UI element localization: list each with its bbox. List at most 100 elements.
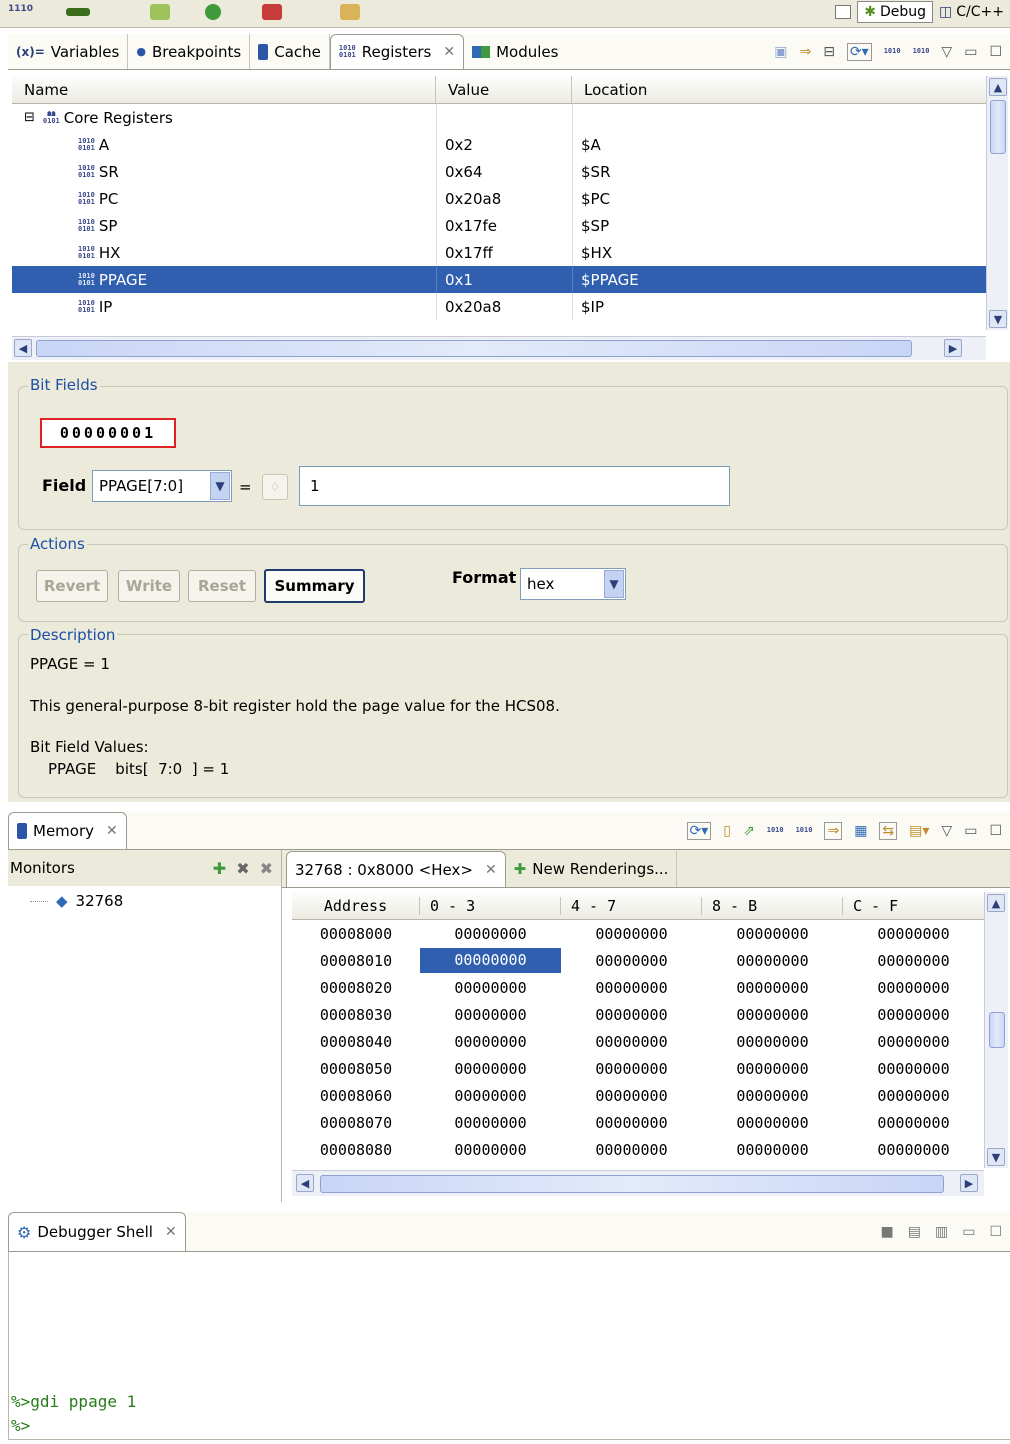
memory-row[interactable]: 00008040 00000000 00000000 00000000 00000000 (292, 1028, 984, 1055)
tab-breakpoints[interactable]: ● Breakpoints (128, 34, 251, 69)
collapse-all-icon[interactable]: ⊟ (823, 44, 835, 60)
maximize-icon[interactable]: ☐ (989, 823, 1002, 839)
scroll-down-icon[interactable]: ▼ (989, 310, 1007, 328)
toolbar-connect-icon[interactable] (262, 4, 282, 20)
register-group-row[interactable]: ⊟ ☗☗ 0101 Core Registers (12, 104, 986, 131)
view-menu-icon[interactable]: ▽ (941, 823, 952, 839)
collapse-toggle-icon[interactable]: ⊟ (24, 110, 35, 125)
column-8-b[interactable]: 8 - B (702, 896, 843, 915)
revert-button[interactable]: Revert (36, 570, 108, 602)
column-location[interactable]: Location (572, 76, 986, 103)
register-row[interactable]: 1010 0101 SR 0x64 $SR (12, 158, 986, 185)
summary-button[interactable]: Summary (264, 569, 365, 603)
scroll-thumb[interactable] (990, 100, 1006, 154)
memory-vertical-scrollbar[interactable]: ▲ ▼ (984, 892, 1008, 1168)
minimize-icon[interactable]: ▭ (964, 44, 977, 60)
columns-icon[interactable]: ▦ (854, 823, 867, 839)
column-address[interactable]: Address (292, 896, 420, 915)
remove-all-monitors-icon[interactable]: ✖ (260, 859, 273, 878)
memory-row[interactable]: 00008020 00000000 00000000 00000000 00000000 (292, 974, 984, 1001)
toolbar-tool-icon[interactable] (340, 4, 360, 20)
registers-vertical-scrollbar[interactable]: ▲ ▼ (986, 76, 1008, 330)
memory-row[interactable]: 00008000 00000000 00000000 00000000 00000000 (292, 920, 984, 947)
maximize-icon[interactable]: ☐ (989, 44, 1002, 60)
stop-icon[interactable]: ■ (881, 1224, 894, 1240)
monitor-item[interactable]: ◆ 32768 (8, 886, 281, 916)
toolbar-binary-icon[interactable]: 1110 (8, 4, 33, 20)
minimize-icon[interactable]: ▭ (964, 823, 977, 839)
column-4-7[interactable]: 4 - 7 (561, 896, 702, 915)
new-tab-icon[interactable]: ▯ (723, 823, 731, 839)
layout-icon[interactable]: ▣ (774, 44, 787, 60)
tab-cache[interactable]: Cache (250, 34, 330, 69)
register-row-selected[interactable]: 1010 0101 PPAGE 0x1 $PPAGE (12, 266, 986, 293)
tab-variables[interactable]: (x)= Variables (8, 34, 129, 69)
scroll-left-icon[interactable]: ◀ (296, 1174, 314, 1192)
bulb-button[interactable]: ♢ (262, 474, 288, 500)
binary-right-icon[interactable]: 1010 (796, 827, 813, 834)
copy-icon[interactable]: ▥ (935, 1224, 948, 1240)
reset-button[interactable]: Reset (188, 570, 256, 602)
column-0-3[interactable]: 0 - 3 (420, 896, 561, 915)
close-icon[interactable]: ✕ (485, 862, 497, 878)
write-button[interactable]: Write (118, 570, 180, 602)
binary-left-icon[interactable]: 1010 (767, 827, 784, 834)
register-row[interactable]: 1010 0101 SP 0x17fe $SP (12, 212, 986, 239)
add-monitor-icon[interactable]: ✚ (213, 859, 226, 878)
close-icon[interactable]: ✕ (165, 1224, 177, 1240)
scroll-thumb[interactable] (320, 1175, 944, 1193)
field-value-input[interactable]: 1 (299, 466, 730, 506)
selected-memory-cell[interactable]: 00000000 (420, 948, 561, 973)
memory-row[interactable]: 00008060 00000000 00000000 00000000 00000000 (292, 1082, 984, 1109)
open-perspective-icon[interactable] (835, 5, 852, 19)
memory-row[interactable]: 00008080 00000000 00000000 00000000 00000000 (292, 1136, 984, 1163)
register-row[interactable]: 1010 0101 PC 0x20a8 $PC (12, 185, 986, 212)
column-value[interactable]: Value (436, 76, 572, 103)
toolbar-chip-icon[interactable] (66, 8, 90, 16)
close-icon[interactable]: ✕ (443, 44, 455, 60)
scroll-thumb[interactable] (989, 1012, 1005, 1048)
column-c-f[interactable]: C - F (843, 897, 984, 915)
memory-row[interactable]: 00008070 00000000 00000000 00000000 00000000 (292, 1109, 984, 1136)
import-icon[interactable]: ⇗ (743, 823, 755, 839)
swap-icon[interactable]: ⇆ (879, 821, 898, 840)
register-row[interactable]: 1010 0101 IP 0x20a8 $IP (12, 293, 986, 320)
scroll-right-icon[interactable]: ▶ (960, 1174, 978, 1192)
format-select[interactable]: hex ▼ (520, 568, 626, 600)
bit-display[interactable]: 00000001 (40, 418, 176, 448)
field-select[interactable]: PPAGE[7:0] ▼ (92, 470, 232, 502)
minimize-icon[interactable]: ▭ (962, 1224, 975, 1240)
toolbar-run-icon[interactable] (205, 4, 221, 20)
maximize-icon[interactable]: ☐ (989, 1224, 1002, 1240)
clear-console-icon[interactable]: ▤ (908, 1224, 921, 1240)
show-type-icon[interactable]: ⇒ (799, 44, 811, 60)
scroll-left-icon[interactable]: ◀ (14, 339, 32, 357)
link-icon[interactable]: ⇒ (824, 821, 843, 840)
registers-horizontal-scrollbar[interactable]: ◀ ▶ (12, 336, 986, 360)
tab-memory[interactable]: Memory ✕ (8, 812, 127, 849)
tab-debugger-shell[interactable]: ⚙ Debugger Shell ✕ (8, 1212, 186, 1251)
debug-perspective-button[interactable]: ✱ Debug (857, 1, 934, 23)
register-row[interactable]: 1010 0101 HX 0x17ff $HX (12, 239, 986, 266)
tab-modules[interactable]: Modules (464, 34, 566, 69)
shell-console[interactable]: %>gdi ppage 1 %> (8, 1252, 1010, 1440)
memory-row[interactable]: 00008010 00000000 00000000 00000000 00000000 (292, 947, 984, 974)
scroll-down-icon[interactable]: ▼ (987, 1148, 1005, 1166)
chevron-down-icon[interactable]: ▼ (210, 472, 230, 500)
tab-rendering[interactable]: 32768 : 0x8000 <Hex> ✕ (286, 851, 506, 887)
new-renderings-tab[interactable]: ✚ New Renderings... (506, 851, 678, 887)
close-icon[interactable]: ✕ (106, 823, 118, 839)
refresh-icon[interactable]: ⟳▾ (846, 42, 872, 61)
binary-right-icon[interactable]: 1010 (913, 48, 930, 55)
scroll-up-icon[interactable]: ▲ (989, 78, 1007, 96)
tab-registers[interactable]: 1010 0101 Registers ✕ (329, 34, 465, 69)
scroll-right-icon[interactable]: ▶ (944, 339, 962, 357)
toolbar-debug-icon[interactable] (150, 4, 170, 20)
cc-perspective-button[interactable]: ◫ C/C++ (939, 4, 1004, 20)
binary-left-icon[interactable]: 1010 (884, 48, 901, 55)
refresh-icon[interactable]: ⟳▾ (686, 821, 712, 840)
remove-monitor-icon[interactable]: ✖ (236, 859, 249, 878)
chevron-down-icon[interactable]: ▼ (604, 570, 624, 598)
memory-horizontal-scrollbar[interactable]: ◀ ▶ (292, 1170, 984, 1196)
column-name[interactable]: Name (12, 76, 436, 103)
